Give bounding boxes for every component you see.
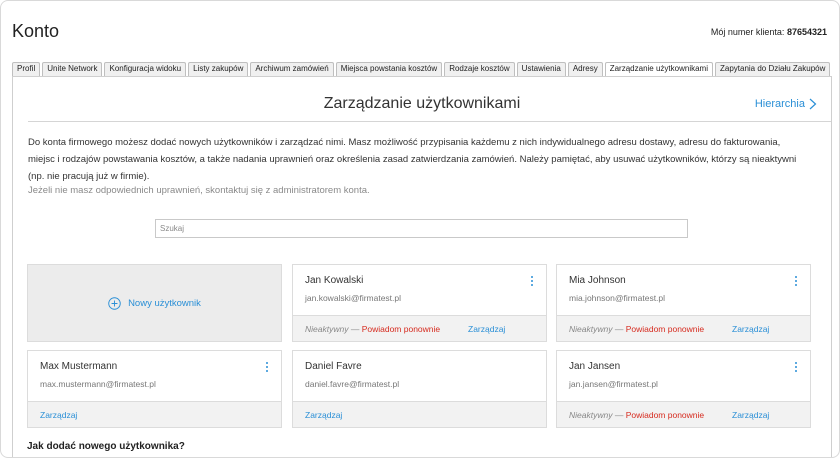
tab-rodzaje-kosztow[interactable]: Rodzaje kosztów <box>444 62 515 76</box>
user-email: jan.jansen@firmatest.pl <box>569 379 658 389</box>
user-card: Daniel Favre daniel.favre@firmatest.pl Z… <box>292 350 547 428</box>
permission-note: Jeżeli nie masz odpowiednich uprawnień, … <box>28 185 370 196</box>
tab-adresy[interactable]: Adresy <box>567 62 603 76</box>
user-name: Jan Kowalski <box>305 275 364 286</box>
tab-miejsca-powstania-kosztow[interactable]: Miejsca powstania kosztów <box>335 62 443 76</box>
status-inactive: Nieaktywny <box>569 410 613 420</box>
user-card: Mia Johnson mia.johnson@firmatest.pl Nie… <box>556 264 811 342</box>
resend-invite-link[interactable]: Powiadom ponownie <box>626 410 704 420</box>
user-card: Jan Jansen jan.jansen@firmatest.pl Nieak… <box>556 350 811 428</box>
user-card-footer: Zarządzaj <box>293 401 546 427</box>
user-card-footer: Zarządzaj <box>28 401 281 427</box>
manage-user-link[interactable]: Zarządzaj <box>305 410 342 420</box>
search-input[interactable] <box>155 219 688 238</box>
hierarchy-link[interactable]: Hierarchia <box>755 98 817 110</box>
user-email: jan.kowalski@firmatest.pl <box>305 293 402 303</box>
user-status: Nieaktywny — Powiadom ponownie <box>569 324 704 334</box>
status-separator: — <box>348 324 362 334</box>
user-name: Jan Jansen <box>569 361 621 372</box>
new-user-button[interactable]: Nowy użytkownik <box>27 264 282 342</box>
user-card: Jan Kowalski jan.kowalski@firmatest.pl N… <box>292 264 547 342</box>
user-name: Mia Johnson <box>569 275 626 286</box>
status-separator: — <box>612 324 626 334</box>
client-number-value: 87654321 <box>786 27 827 37</box>
user-email: mia.johnson@firmatest.pl <box>569 293 666 303</box>
intro-text: Do konta firmowego możesz dodać nowych u… <box>28 137 797 182</box>
manage-user-link[interactable]: Zarządzaj <box>40 410 77 420</box>
manage-user-link[interactable]: Zarządzaj <box>468 324 505 334</box>
kebab-menu-icon[interactable] <box>793 361 799 373</box>
kebab-menu-icon[interactable] <box>793 275 799 287</box>
status-inactive: Nieaktywny <box>305 324 349 334</box>
client-number-info: Mój numer klienta: 87654321 <box>711 27 827 37</box>
user-card: Max Mustermann max.mustermann@firmatest.… <box>27 350 282 428</box>
user-email: max.mustermann@firmatest.pl <box>40 379 156 389</box>
user-name: Daniel Favre <box>305 361 362 372</box>
plus-circle-icon <box>108 296 121 310</box>
chevron-right-icon <box>809 98 817 110</box>
tab-konfiguracja-widoku[interactable]: Konfiguracja widoku <box>104 62 187 76</box>
window: Konto Mój numer klienta: 87654321 Profil… <box>0 0 840 458</box>
user-card-footer: Nieaktywny — Powiadom ponownie Zarządzaj <box>293 315 546 341</box>
resend-invite-link[interactable]: Powiadom ponownie <box>626 324 704 334</box>
kebab-menu-icon[interactable] <box>529 275 535 287</box>
hierarchy-link-label: Hierarchia <box>754 98 805 110</box>
new-user-label: Nowy użytkownik <box>128 297 201 309</box>
status-inactive: Nieaktywny <box>569 324 613 334</box>
resend-invite-link[interactable]: Powiadom ponownie <box>362 324 440 334</box>
user-card-footer: Nieaktywny — Powiadom ponownie Zarządzaj <box>557 315 810 341</box>
client-number-label: Mój numer klienta: <box>710 27 785 37</box>
tab-unite-network[interactable]: Unite Network <box>42 62 103 76</box>
status-separator: — <box>612 410 626 420</box>
tab-ustawienia[interactable]: Ustawienia <box>516 62 566 76</box>
tab-zarzadzanie-uzytkownikami[interactable]: Zarządzanie użytkownikami <box>604 62 713 77</box>
manage-user-link[interactable]: Zarządzaj <box>732 324 769 334</box>
kebab-menu-icon[interactable] <box>264 361 270 373</box>
user-name: Max Mustermann <box>40 361 118 372</box>
howto-heading: Jak dodać nowego użytkownika? <box>27 441 185 452</box>
manage-user-link[interactable]: Zarządzaj <box>732 410 769 420</box>
tab-bar: Profil Unite Network Konfiguracja widoku… <box>12 62 831 77</box>
user-management-panel: Zarządzanie użytkownikami Hierarchia Do … <box>12 76 832 457</box>
user-status: Nieaktywny — Powiadom ponownie <box>305 324 440 334</box>
user-email: daniel.favre@firmatest.pl <box>305 379 400 389</box>
user-card-footer: Nieaktywny — Powiadom ponownie Zarządzaj <box>557 401 810 427</box>
tab-archiwum-zamowien[interactable]: Archiwum zamówień <box>250 62 334 76</box>
tab-listy-zakupow[interactable]: Listy zakupów <box>188 62 249 76</box>
user-status: Nieaktywny — Powiadom ponownie <box>569 410 704 420</box>
page-title: Konto <box>12 21 60 41</box>
section-heading: Zarządzanie użytkownikami <box>323 95 521 112</box>
divider <box>28 121 831 122</box>
tab-profil[interactable]: Profil <box>12 62 41 76</box>
tab-zapytania-do-dzialu-zakupow[interactable]: Zapytania do Działu Zakupów <box>714 62 831 76</box>
